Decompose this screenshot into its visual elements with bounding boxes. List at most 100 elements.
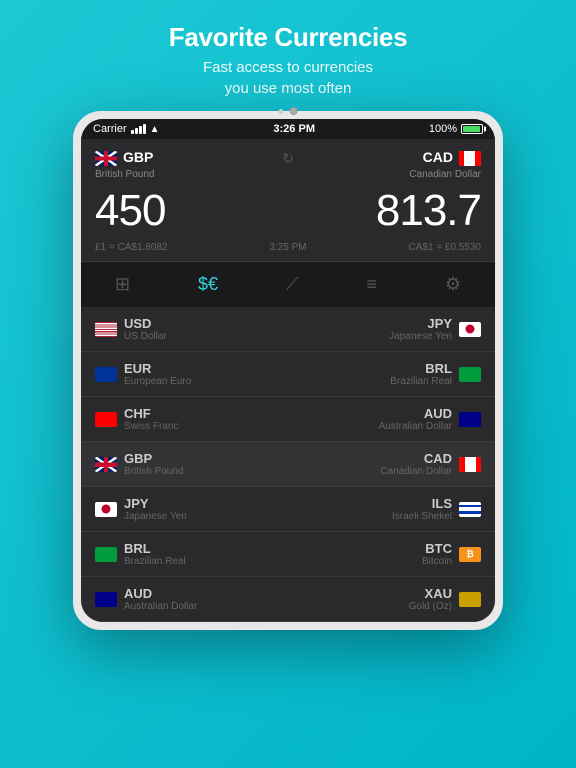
list-left-name: Australian Dollar (124, 601, 197, 612)
currency-header-row: GBP ↻ CAD (95, 149, 481, 167)
left-currency-info: GBP (123, 149, 153, 167)
signal-bar-1 (131, 130, 134, 134)
currency-list-row[interactable]: BRL Brazilian Real BTC Bitcoin ₿ (81, 532, 495, 577)
list-left-code: JPY (124, 496, 187, 511)
tab-bar: ⊞ $€ ⟋ ≡ ⚙ (81, 261, 495, 307)
right-currency-name: Canadian Dollar (409, 169, 481, 180)
rate-row: £1 = CA$1.8082 3:25 PM CA$1 = £0.5530 (95, 240, 481, 253)
il-flag-list (459, 502, 481, 517)
list-right-code: JPY (389, 316, 452, 331)
list-left-name: US Dollar (124, 331, 167, 342)
chart-icon: ⟋ (286, 274, 299, 295)
battery-fill (463, 126, 480, 132)
currency-list-row[interactable]: GBP British Pound CAD Canadian Dollar (81, 442, 495, 487)
list-right-name: Japanese Yen (389, 331, 452, 342)
left-currency-name: British Pound (95, 169, 154, 180)
list-right-code: CAD (380, 451, 452, 466)
list-right-info-XAU: XAU Gold (Oz) (409, 586, 452, 612)
currency-list-row[interactable]: EUR European Euro BRL Brazilian Real (81, 352, 495, 397)
list-left-GBP: GBP British Pound (95, 451, 183, 477)
list-right-info-ILS: ILS Israeli Shekel (392, 496, 452, 522)
au-flag-list (95, 592, 117, 607)
right-amount[interactable]: 813.7 (376, 186, 481, 236)
gear-icon: ⚙ (445, 274, 461, 295)
header-section: Favorite Currencies Fast access to curre… (169, 0, 408, 111)
list-left-code: CHF (124, 406, 178, 421)
ch-flag-list (95, 412, 117, 427)
left-currency-code: GBP (123, 149, 153, 165)
currency-list-row[interactable]: CHF Swiss Franc AUD Australian Dollar (81, 397, 495, 442)
page-subtitle: Fast access to currencies you use most o… (169, 57, 408, 99)
list-right-code: XAU (409, 586, 452, 601)
list-right-code: ILS (392, 496, 452, 511)
list-left-name: European Euro (124, 376, 191, 387)
signal-bar-2 (135, 128, 138, 134)
status-bar: Carrier ▲ 3:26 PM 100% (81, 119, 495, 139)
list-right-name: Canadian Dollar (380, 466, 452, 477)
refresh-icon[interactable]: ↻ (282, 150, 294, 167)
amount-row: 450 813.7 (95, 180, 481, 240)
list-right-name: Australian Dollar (379, 421, 452, 432)
list-right-BRL: BRL Brazilian Real (390, 361, 481, 387)
list-left-code: BRL (124, 541, 186, 556)
battery-percent: 100% (429, 123, 457, 135)
list-right-name: Gold (Oz) (409, 601, 452, 612)
list-right-code: BRL (390, 361, 452, 376)
list-right-code: AUD (379, 406, 452, 421)
list-left-name: Swiss Franc (124, 421, 178, 432)
left-currency-label: GBP (95, 149, 153, 167)
signal-bar-4 (143, 124, 146, 134)
currency-name-row: British Pound Canadian Dollar (95, 169, 481, 180)
camera-dot (279, 109, 284, 114)
list-left-info-USD: USD US Dollar (124, 316, 167, 342)
calculator-icon: ⊞ (115, 274, 130, 295)
list-right-name: Brazilian Real (390, 376, 452, 387)
jp-flag-list (459, 322, 481, 337)
uk-flag-list (95, 457, 117, 472)
list-left-AUD: AUD Australian Dollar (95, 586, 197, 612)
tab-currency[interactable]: $€ (188, 270, 228, 299)
camera-lens (290, 107, 298, 115)
jp-flag-list (95, 502, 117, 517)
device-frame: Carrier ▲ 3:26 PM 100% (73, 111, 503, 630)
list-left-info-JPY: JPY Japanese Yen (124, 496, 187, 522)
list-right-XAU: XAU Gold (Oz) (409, 586, 481, 612)
eu-flag-list (95, 367, 117, 382)
tab-list[interactable]: ≡ (356, 270, 387, 299)
list-left-CHF: CHF Swiss Franc (95, 406, 178, 432)
carrier-label: Carrier (93, 123, 127, 135)
tab-chart[interactable]: ⟋ (276, 270, 309, 299)
right-currency-code: CAD (423, 149, 453, 165)
list-right-info-BRL: BRL Brazilian Real (390, 361, 452, 387)
currency-list-row[interactable]: JPY Japanese Yen ILS Israeli Shekel (81, 487, 495, 532)
list-left-BRL: BRL Brazilian Real (95, 541, 186, 567)
btc-flag-list: ₿ (459, 547, 481, 562)
currency-list: USD US Dollar JPY Japanese Yen EUR Europ… (81, 307, 495, 622)
left-amount[interactable]: 450 (95, 186, 165, 236)
br-flag-list (459, 367, 481, 382)
status-bar-left: Carrier ▲ (93, 123, 160, 135)
list-left-name: British Pound (124, 466, 183, 477)
xau-flag-list (459, 592, 481, 607)
list-left-USD: USD US Dollar (95, 316, 167, 342)
list-right-info-BTC: BTC Bitcoin (422, 541, 452, 567)
list-icon: ≡ (366, 274, 377, 295)
currency-list-row[interactable]: USD US Dollar JPY Japanese Yen (81, 307, 495, 352)
list-left-info-AUD: AUD Australian Dollar (124, 586, 197, 612)
tab-calculator[interactable]: ⊞ (105, 270, 140, 299)
list-left-code: AUD (124, 586, 197, 601)
gbp-flag (95, 151, 117, 166)
wifi-icon: ▲ (150, 124, 160, 135)
tab-settings[interactable]: ⚙ (435, 270, 471, 299)
us-flag-list (95, 322, 117, 337)
list-left-info-GBP: GBP British Pound (124, 451, 183, 477)
device-screen: Carrier ▲ 3:26 PM 100% (81, 119, 495, 622)
list-right-AUD: AUD Australian Dollar (379, 406, 481, 432)
list-right-name: Israeli Shekel (392, 511, 452, 522)
currency-list-row[interactable]: AUD Australian Dollar XAU Gold (Oz) (81, 577, 495, 622)
list-right-BTC: BTC Bitcoin ₿ (422, 541, 481, 567)
signal-bars (131, 124, 146, 134)
list-right-ILS: ILS Israeli Shekel (392, 496, 481, 522)
list-left-info-EUR: EUR European Euro (124, 361, 191, 387)
list-left-name: Brazilian Real (124, 556, 186, 567)
